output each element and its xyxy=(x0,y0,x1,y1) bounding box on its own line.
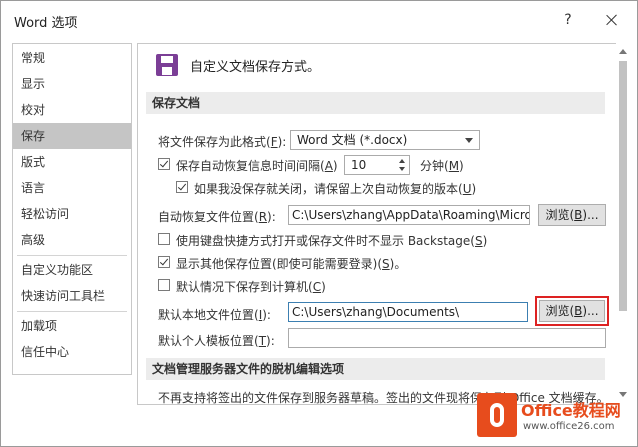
word-options-dialog: Word 选项 ? 常规 显示 校对 保存 版式 语言 轻松访问 高级 自定义功… xyxy=(0,0,638,447)
help-button[interactable]: ? xyxy=(557,9,579,31)
template-location-input[interactable] xyxy=(288,328,606,348)
spin-down-icon[interactable] xyxy=(399,167,405,171)
hide-backstage-checkbox[interactable] xyxy=(158,233,170,245)
sidebar-item-general[interactable]: 常规 xyxy=(13,45,131,71)
sidebar-item-save[interactable]: 保存 xyxy=(13,123,131,149)
sidebar-item-language[interactable]: 语言 xyxy=(13,175,131,201)
section-header-offline-editing: 文档管理服务器文件的脱机编辑选项 xyxy=(146,358,605,380)
save-to-computer-label: 默认情况下保存到计算机(C) xyxy=(176,280,326,294)
close-button[interactable] xyxy=(601,9,623,31)
sidebar-item-customize-ribbon[interactable]: 自定义功能区 xyxy=(13,257,131,283)
save-format-label: 将文件保存为此格式(F): xyxy=(158,135,287,149)
sidebar-item-proofing[interactable]: 校对 xyxy=(13,97,131,123)
watermark-url: www.office26.com xyxy=(523,421,615,432)
sidebar-item-quick-access-toolbar[interactable]: 快速访问工具栏 xyxy=(13,283,131,309)
local-file-location-input[interactable]: C:\Users\zhang\Documents\ xyxy=(288,302,528,322)
sidebar-nav: 常规 显示 校对 保存 版式 语言 轻松访问 高级 自定义功能区 快速访问工具栏… xyxy=(12,43,132,375)
save-format-select[interactable]: Word 文档 (*.docx) xyxy=(290,130,480,150)
sidebar-item-display[interactable]: 显示 xyxy=(13,71,131,97)
autorecover-location-input[interactable]: C:\Users\zhang\AppData\Roaming\Microso xyxy=(288,205,530,225)
browse-autorecover-button[interactable]: 浏览(B)... xyxy=(538,204,606,226)
autorecover-location-label: 自动恢复文件位置(R): xyxy=(158,210,276,224)
autorecover-label: 保存自动恢复信息时间间隔(A) xyxy=(176,159,338,173)
save-options-panel: 自定义文档保存方式。 保存文档 将文件保存为此格式(F): Word 文档 (*… xyxy=(137,43,617,405)
scroll-up-arrow-icon[interactable] xyxy=(619,49,627,54)
chevron-down-icon xyxy=(465,138,473,143)
minutes-label: 分钟(M) xyxy=(420,159,464,173)
spin-up-icon[interactable] xyxy=(399,159,405,163)
sidebar-item-layout[interactable]: 版式 xyxy=(13,149,131,175)
section-header-save-documents: 保存文档 xyxy=(146,92,605,114)
sidebar-item-accessibility[interactable]: 轻松访问 xyxy=(13,201,131,227)
sidebar-item-trust-center[interactable]: 信任中心 xyxy=(13,339,131,365)
save-to-computer-checkbox[interactable] xyxy=(158,279,170,291)
local-file-location-label: 默认本地文件位置(I): xyxy=(158,308,271,322)
watermark-title: Office教程网 xyxy=(521,401,621,420)
hide-backstage-label: 使用键盘快捷方式打开或保存文件时不显示 Backstage(S) xyxy=(176,234,488,248)
sidebar-divider xyxy=(17,311,127,312)
window-title: Word 选项 xyxy=(14,16,78,31)
floppy-disk-icon xyxy=(156,54,178,76)
keep-last-autorecover-label: 如果我没保存就关闭，请保留上次自动恢复的版本(U) xyxy=(194,182,477,196)
sidebar-item-addins[interactable]: 加载项 xyxy=(13,313,131,339)
sidebar-divider xyxy=(17,255,127,256)
title-bar: Word 选项 ? xyxy=(1,1,637,39)
sidebar-item-advanced[interactable]: 高级 xyxy=(13,227,131,253)
show-other-locations-checkbox[interactable] xyxy=(158,256,170,268)
autorecover-interval-spinner[interactable]: 10 xyxy=(344,155,410,175)
scroll-thumb[interactable] xyxy=(619,61,627,311)
page-heading: 自定义文档保存方式。 xyxy=(190,60,321,75)
show-other-locations-label: 显示其他保存位置(即使可能需要登录)(S)。 xyxy=(176,257,407,271)
autorecover-checkbox[interactable] xyxy=(158,158,170,170)
browse-local-location-button[interactable]: 浏览(B)... xyxy=(539,300,605,322)
keep-last-autorecover-checkbox[interactable] xyxy=(176,181,188,193)
template-location-label: 默认个人模板位置(T): xyxy=(158,334,275,348)
office-logo-icon xyxy=(477,393,517,437)
